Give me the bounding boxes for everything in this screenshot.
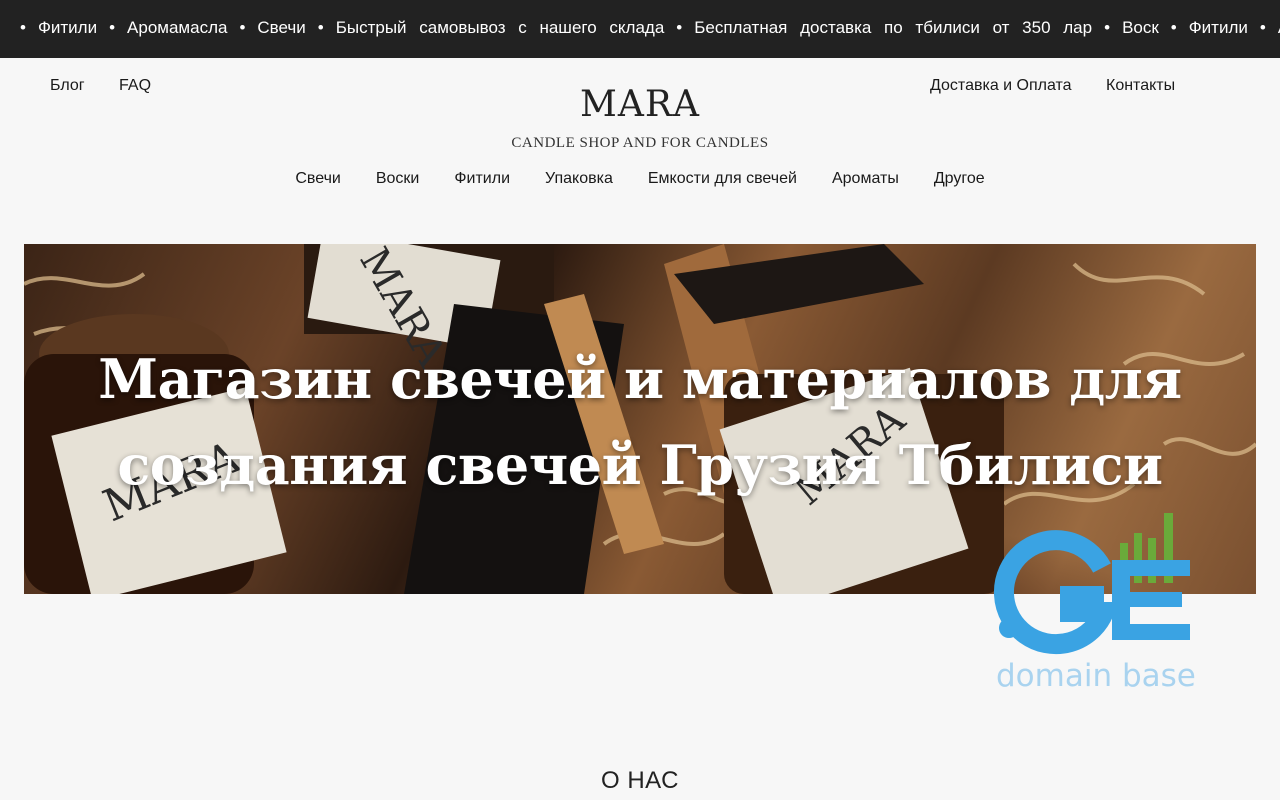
- ticker-bullet: •: [317, 18, 324, 37]
- ticker-bullet: •: [20, 18, 26, 37]
- ticker-item: Фитили: [1188, 18, 1248, 37]
- hero-title: Магазин свечей и материалов для создания…: [24, 336, 1256, 508]
- nav-item-fragrances[interactable]: Ароматы: [832, 170, 899, 188]
- nav-item-candles[interactable]: Свечи: [295, 170, 341, 188]
- ticker-bullet: •: [109, 18, 116, 37]
- announcement-ticker: • Фитили • Аромамасла • Свечи • Быстрый …: [0, 0, 1280, 58]
- ticker-track: • Фитили • Аромамасла • Свечи • Быстрый …: [8, 18, 1280, 38]
- ticker-bullet: •: [676, 18, 683, 37]
- nav-item-wicks[interactable]: Фитили: [454, 170, 510, 188]
- ticker-item: Свечи: [257, 18, 306, 37]
- nav-item-other[interactable]: Другое: [934, 170, 985, 188]
- hero-title-line-2: создания свечей Грузия Тбилиси: [117, 433, 1163, 497]
- nav-item-packaging[interactable]: Упаковка: [545, 170, 613, 188]
- about-section-title: О НАС: [601, 767, 679, 794]
- ticker-item: Фитили: [37, 18, 98, 37]
- ticker-bullet: •: [1259, 18, 1266, 37]
- hero-title-line-1: Магазин свечей и материалов для: [98, 347, 1182, 411]
- nav-item-waxes[interactable]: Воски: [376, 170, 420, 188]
- watermark-caption: domain base: [996, 658, 1196, 694]
- ticker-bullet: •: [239, 18, 246, 37]
- site-logo[interactable]: MARA: [0, 84, 1280, 125]
- nav-item-containers[interactable]: Емкости для свечей: [648, 170, 797, 188]
- site-tagline: CANDLE SHOP AND FOR CANDLES: [511, 135, 769, 151]
- main-navigation: Свечи Воски Фитили Упаковка Емкости для …: [0, 170, 1280, 188]
- ticker-bullet: •: [1170, 18, 1177, 37]
- ticker-item: Воск: [1122, 18, 1159, 37]
- ticker-item: Аромамасла: [127, 18, 228, 37]
- ticker-item: Быстрый самовывоз с нашего склада: [335, 18, 665, 37]
- ticker-bullet: •: [1104, 18, 1111, 37]
- ticker-item: Бесплатная доставка по тбилиси от 350 ла…: [694, 18, 1093, 37]
